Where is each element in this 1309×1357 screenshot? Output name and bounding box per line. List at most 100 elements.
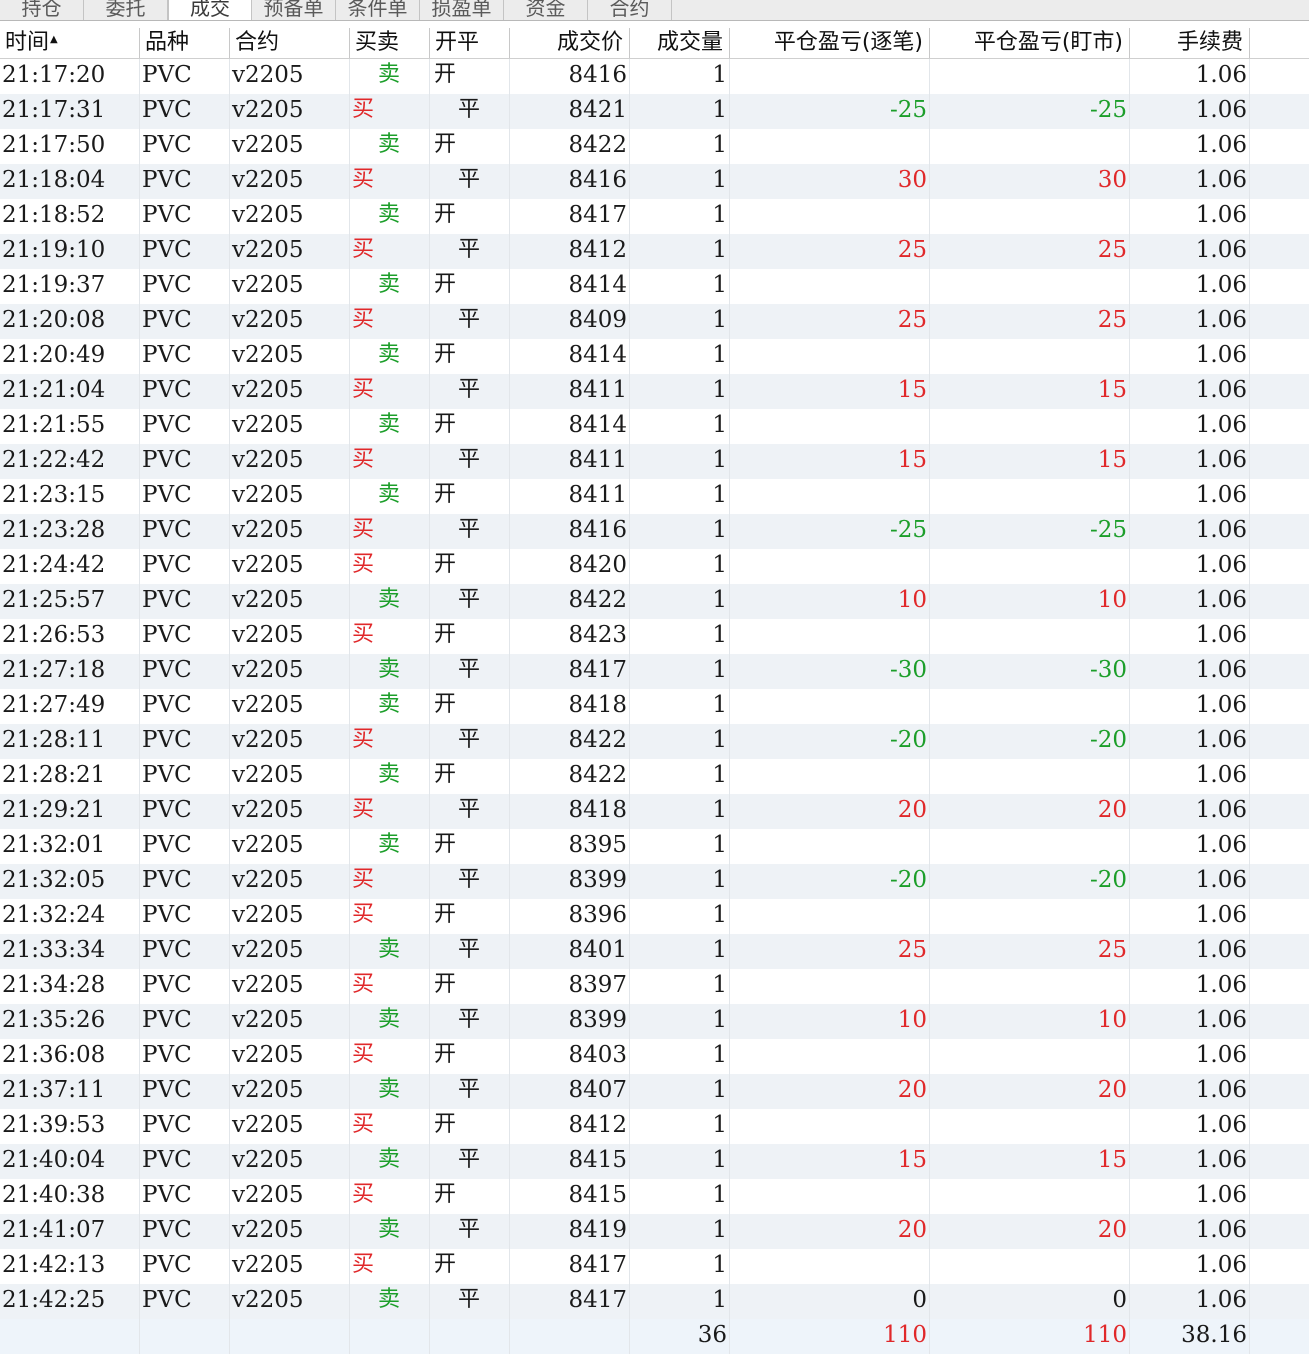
open-close-cell: 平 bbox=[430, 1074, 510, 1109]
open-close-cell: 开 bbox=[430, 899, 510, 934]
table-row[interactable]: 21:18:52 PVC v2205 卖开 8417 1 1.06 bbox=[0, 199, 1309, 234]
side-cell: 买 bbox=[350, 864, 430, 899]
table-row[interactable]: 21:28:11 PVC v2205 买平 8422 1 -20 -20 1.06 bbox=[0, 724, 1309, 759]
price-cell: 8414 bbox=[510, 409, 630, 444]
fee-cell: 1.06 bbox=[1130, 829, 1250, 864]
product-cell: PVC bbox=[140, 479, 230, 514]
table-row[interactable]: 21:40:38 PVC v2205 买开 8415 1 1.06 bbox=[0, 1179, 1309, 1214]
table-row[interactable]: 21:17:20 PVC v2205 卖开 8416 1 1.06 bbox=[0, 59, 1309, 94]
quantity-cell: 1 bbox=[630, 549, 730, 584]
table-row[interactable]: 21:23:28 PVC v2205 买平 8416 1 -25 -25 1.06 bbox=[0, 514, 1309, 549]
total-fee: 38.16 bbox=[1130, 1319, 1250, 1354]
product-cell: PVC bbox=[140, 584, 230, 619]
fee-cell: 1.06 bbox=[1130, 549, 1250, 584]
side-cell: 买 bbox=[350, 1249, 430, 1284]
product-cell: PVC bbox=[140, 1144, 230, 1179]
column-header-contract[interactable]: 合约 bbox=[230, 28, 350, 58]
table-row[interactable]: 21:40:04 PVC v2205 卖平 8415 1 15 15 1.06 bbox=[0, 1144, 1309, 1179]
fee-cell: 1.06 bbox=[1130, 794, 1250, 829]
product-cell: PVC bbox=[140, 94, 230, 129]
tab-contracts[interactable]: 合约 bbox=[588, 0, 672, 20]
table-row[interactable]: 21:36:08 PVC v2205 买开 8403 1 1.06 bbox=[0, 1039, 1309, 1074]
column-header-open-close[interactable]: 开平 bbox=[430, 28, 510, 58]
time-cell: 21:22:42 bbox=[0, 444, 140, 479]
table-row[interactable]: 21:39:53 PVC v2205 买开 8412 1 1.06 bbox=[0, 1109, 1309, 1144]
fee-cell: 1.06 bbox=[1130, 1144, 1250, 1179]
table-row[interactable]: 21:19:10 PVC v2205 买平 8412 1 25 25 1.06 bbox=[0, 234, 1309, 269]
time-cell: 21:41:07 bbox=[0, 1214, 140, 1249]
totals-time-cell bbox=[0, 1319, 140, 1354]
column-header-time[interactable]: 时间▲ bbox=[0, 28, 140, 58]
table-row[interactable]: 21:17:50 PVC v2205 卖开 8422 1 1.06 bbox=[0, 129, 1309, 164]
fee-cell: 1.06 bbox=[1130, 724, 1250, 759]
table-row[interactable]: 21:20:49 PVC v2205 卖开 8414 1 1.06 bbox=[0, 339, 1309, 374]
sort-ascending-icon: ▲ bbox=[50, 34, 58, 45]
table-row[interactable]: 21:24:42 PVC v2205 买开 8420 1 1.06 bbox=[0, 549, 1309, 584]
table-row[interactable]: 21:33:34 PVC v2205 卖平 8401 1 25 25 1.06 bbox=[0, 934, 1309, 969]
tab-trades[interactable]: 成交 bbox=[168, 0, 252, 20]
fee-cell: 1.06 bbox=[1130, 444, 1250, 479]
table-row[interactable]: 21:28:21 PVC v2205 卖开 8422 1 1.06 bbox=[0, 759, 1309, 794]
totals-product-cell bbox=[140, 1319, 230, 1354]
fee-cell: 1.06 bbox=[1130, 234, 1250, 269]
table-row[interactable]: 21:26:53 PVC v2205 买开 8423 1 1.06 bbox=[0, 619, 1309, 654]
side-cell: 买 bbox=[350, 94, 430, 129]
table-row[interactable]: 21:32:24 PVC v2205 买开 8396 1 1.06 bbox=[0, 899, 1309, 934]
pnl-mark-cell bbox=[930, 1249, 1130, 1284]
table-row[interactable]: 21:32:05 PVC v2205 买平 8399 1 -20 -20 1.06 bbox=[0, 864, 1309, 899]
column-header-pnl-mark[interactable]: 平仓盈亏(盯市) bbox=[930, 28, 1130, 58]
table-row[interactable]: 21:19:37 PVC v2205 卖开 8414 1 1.06 bbox=[0, 269, 1309, 304]
table-row[interactable]: 21:32:01 PVC v2205 卖开 8395 1 1.06 bbox=[0, 829, 1309, 864]
table-row[interactable]: 21:17:31 PVC v2205 买平 8421 1 -25 -25 1.06 bbox=[0, 94, 1309, 129]
table-row[interactable]: 21:35:26 PVC v2205 卖平 8399 1 10 10 1.06 bbox=[0, 1004, 1309, 1039]
contract-cell: v2205 bbox=[230, 1284, 350, 1319]
time-cell: 21:18:04 bbox=[0, 164, 140, 199]
table-row[interactable]: 21:18:04 PVC v2205 买平 8416 1 30 30 1.06 bbox=[0, 164, 1309, 199]
column-header-fee[interactable]: 手续费 bbox=[1130, 28, 1250, 58]
table-row[interactable]: 21:42:25 PVC v2205 卖平 8417 1 0 0 1.06 bbox=[0, 1284, 1309, 1319]
open-close-cell: 平 bbox=[430, 94, 510, 129]
tab-orders[interactable]: 委托 bbox=[84, 0, 168, 20]
pnl-mark-cell: 30 bbox=[930, 164, 1130, 199]
product-cell: PVC bbox=[140, 1109, 230, 1144]
table-row[interactable]: 21:42:13 PVC v2205 买开 8417 1 1.06 bbox=[0, 1249, 1309, 1284]
quantity-cell: 1 bbox=[630, 689, 730, 724]
fee-cell: 1.06 bbox=[1130, 1004, 1250, 1039]
time-cell: 21:24:42 bbox=[0, 549, 140, 584]
table-row[interactable]: 21:41:07 PVC v2205 卖平 8419 1 20 20 1.06 bbox=[0, 1214, 1309, 1249]
table-row[interactable]: 21:22:42 PVC v2205 买平 8411 1 15 15 1.06 bbox=[0, 444, 1309, 479]
fee-cell: 1.06 bbox=[1130, 59, 1250, 94]
column-header-side[interactable]: 买卖 bbox=[350, 28, 430, 58]
totals-contract-cell bbox=[230, 1319, 350, 1354]
tab-conditional-orders[interactable]: 条件单 bbox=[336, 0, 420, 20]
time-cell: 21:19:10 bbox=[0, 234, 140, 269]
table-row[interactable]: 21:21:04 PVC v2205 买平 8411 1 15 15 1.06 bbox=[0, 374, 1309, 409]
table-row[interactable]: 21:34:28 PVC v2205 买开 8397 1 1.06 bbox=[0, 969, 1309, 1004]
tab-prepared-orders[interactable]: 预备单 bbox=[252, 0, 336, 20]
open-close-cell: 开 bbox=[430, 759, 510, 794]
table-row[interactable]: 21:27:18 PVC v2205 卖平 8417 1 -30 -30 1.06 bbox=[0, 654, 1309, 689]
open-close-cell: 开 bbox=[430, 1249, 510, 1284]
table-row[interactable]: 21:25:57 PVC v2205 卖平 8422 1 10 10 1.06 bbox=[0, 584, 1309, 619]
column-header-pnl-trade[interactable]: 平仓盈亏(逐笔) bbox=[730, 28, 930, 58]
tab-positions[interactable]: 持仓 bbox=[0, 0, 84, 20]
contract-cell: v2205 bbox=[230, 1179, 350, 1214]
table-row[interactable]: 21:23:15 PVC v2205 卖开 8411 1 1.06 bbox=[0, 479, 1309, 514]
contract-cell: v2205 bbox=[230, 94, 350, 129]
quantity-cell: 1 bbox=[630, 724, 730, 759]
table-row[interactable]: 21:27:49 PVC v2205 卖开 8418 1 1.06 bbox=[0, 689, 1309, 724]
tab-stop-orders[interactable]: 损盈单 bbox=[420, 0, 504, 20]
table-row[interactable]: 21:20:08 PVC v2205 买平 8409 1 25 25 1.06 bbox=[0, 304, 1309, 339]
table-row[interactable]: 21:29:21 PVC v2205 买平 8418 1 20 20 1.06 bbox=[0, 794, 1309, 829]
pnl-mark-cell: -30 bbox=[930, 654, 1130, 689]
time-cell: 21:37:11 bbox=[0, 1074, 140, 1109]
column-header-quantity[interactable]: 成交量 bbox=[630, 28, 730, 58]
open-close-cell: 开 bbox=[430, 1179, 510, 1214]
table-row[interactable]: 21:21:55 PVC v2205 卖开 8414 1 1.06 bbox=[0, 409, 1309, 444]
column-header-product[interactable]: 品种 bbox=[140, 28, 230, 58]
tab-funds[interactable]: 资金 bbox=[504, 0, 588, 20]
product-cell: PVC bbox=[140, 1249, 230, 1284]
column-header-price[interactable]: 成交价 bbox=[510, 28, 630, 58]
table-row[interactable]: 21:37:11 PVC v2205 卖平 8407 1 20 20 1.06 bbox=[0, 1074, 1309, 1109]
pnl-trade-cell bbox=[730, 129, 930, 164]
